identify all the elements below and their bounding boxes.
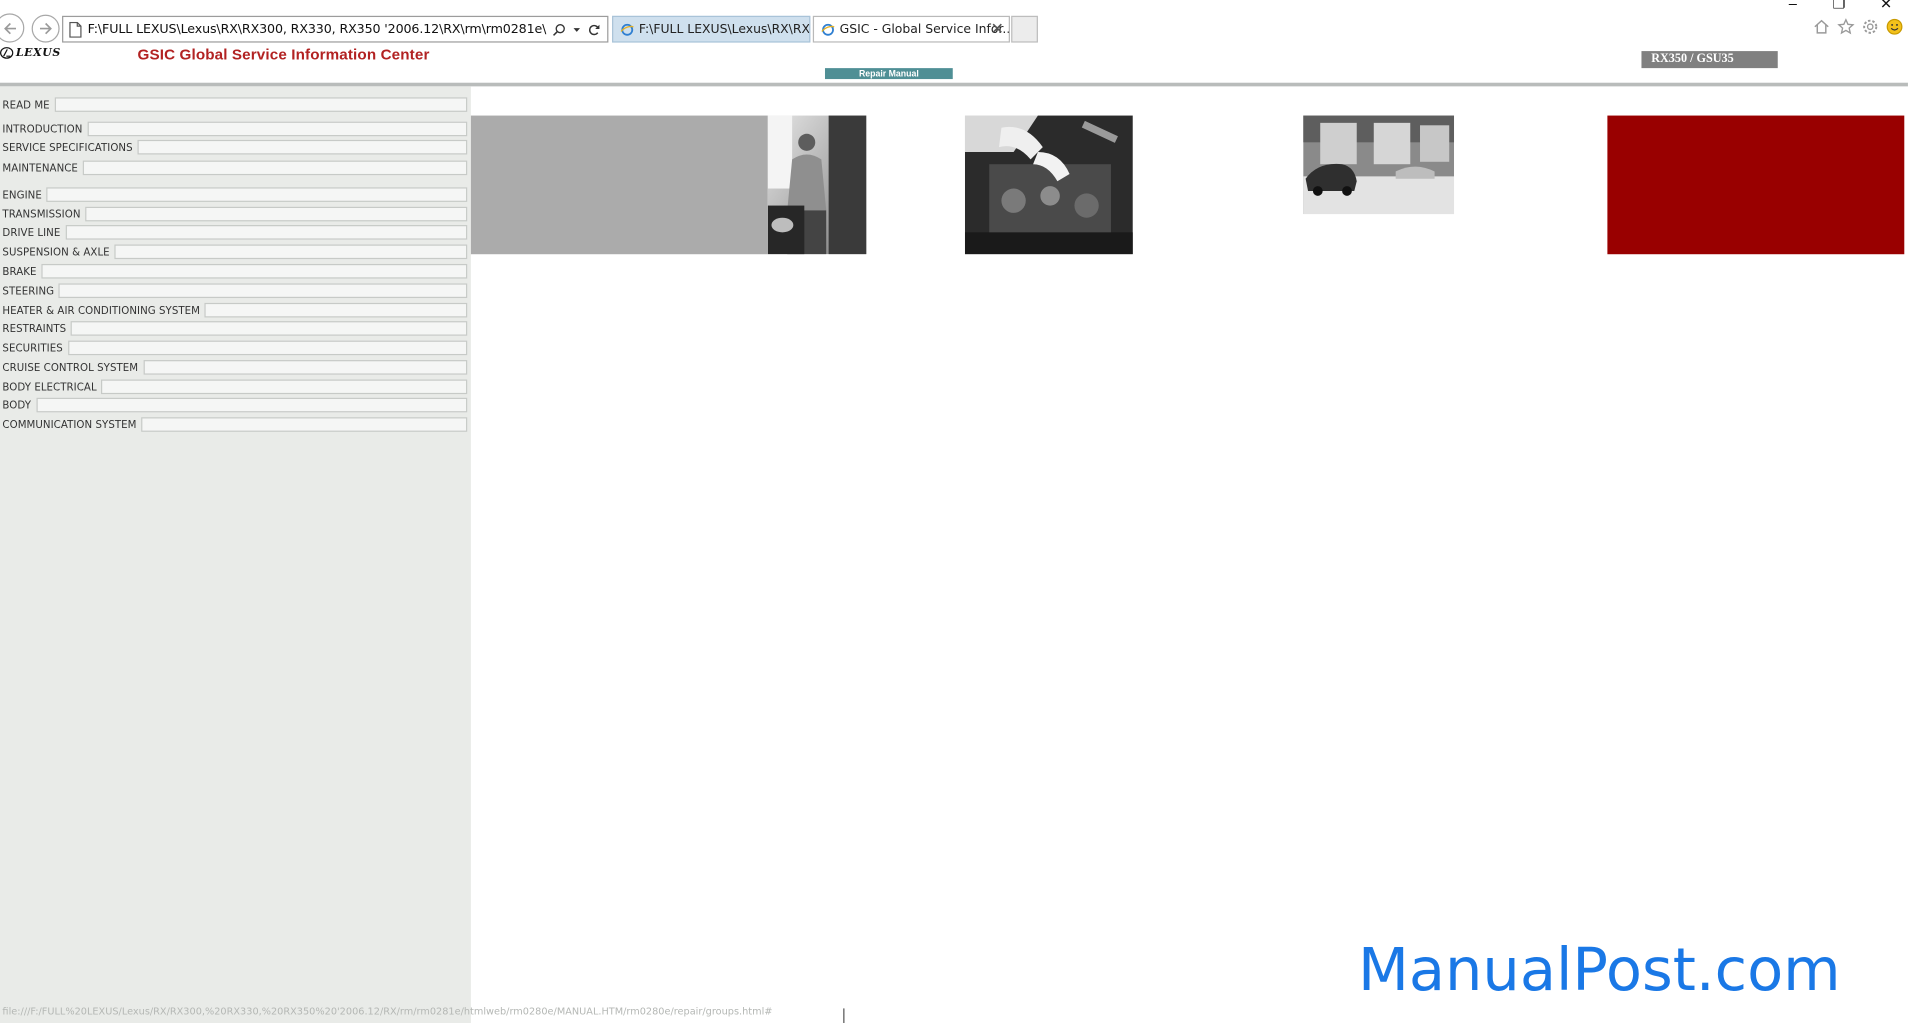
sidebar-item-body[interactable]: BODY (0, 397, 468, 413)
tab-gsic[interactable]: GSIC - Global Service Infor... ✕ (812, 15, 1010, 43)
technician-photo (767, 115, 867, 255)
sidebar-item-label: SERVICE SPECIFICATIONS (2, 140, 133, 153)
back-arrow-icon (3, 22, 16, 34)
sidebar-item-label: BRAKE (2, 264, 37, 277)
tab-label: GSIC - Global Service Infor... (839, 22, 1010, 36)
sidebar-item-label: ENGINE (2, 187, 42, 201)
sidebar-item-securities[interactable]: SECURITIES (0, 339, 468, 355)
sidebar-item-introduction[interactable]: INTRODUCTION (0, 120, 468, 136)
settings-gear-icon[interactable] (1862, 18, 1879, 35)
menu-underline (137, 139, 468, 154)
smiley-feedback-icon[interactable] (1886, 18, 1903, 35)
sidebar-item-transmission[interactable]: TRANSMISSION (0, 206, 468, 222)
menu-underline (41, 263, 468, 278)
menu-underline (204, 302, 468, 317)
sidebar-item-label: CRUISE CONTROL SYSTEM (2, 360, 139, 373)
sidebar-item-body-electrical[interactable]: BODY ELECTRICAL (0, 378, 468, 394)
forward-button[interactable] (31, 14, 60, 43)
sidebar-item-drive-line[interactable]: DRIVE LINE (0, 224, 468, 240)
sidebar-item-communication-system[interactable]: COMMUNICATION SYSTEM (0, 416, 468, 432)
menu-underline (101, 378, 468, 394)
logo-text: LEXUS (15, 46, 61, 59)
menu-underline (114, 243, 468, 259)
new-tab-button[interactable] (1011, 15, 1038, 43)
page-title: GSIC Global Service Information Center (137, 46, 430, 64)
status-bar-url: file:///F:/FULL%20LEXUS/Lexus/RX/RX300,%… (2, 1005, 773, 1017)
sidebar-item-label: BODY ELECTRICAL (2, 380, 97, 393)
service-garage-photo (1303, 115, 1455, 215)
tab-label: F:\FULL LEXUS\Lexus\RX\RX30... (638, 22, 810, 36)
sidebar-item-label: DRIVE LINE (2, 225, 61, 238)
ie-page-icon (821, 23, 835, 36)
sidebar: READ ME INTRODUCTION SERVICE SPECIFICATI… (0, 86, 471, 1023)
menu-underline (54, 96, 468, 112)
menu-underline (65, 224, 468, 240)
close-tab-icon[interactable]: ✕ (991, 21, 1004, 39)
text-cursor (843, 1008, 845, 1023)
sidebar-item-label: READ ME (2, 97, 50, 111)
favorites-star-icon[interactable] (1837, 18, 1855, 35)
sidebar-item-label: SUSPENSION & AXLE (2, 245, 110, 258)
back-button[interactable] (0, 13, 25, 43)
sidebar-item-engine[interactable]: ENGINE (0, 186, 468, 202)
sidebar-item-cruise-control[interactable]: CRUISE CONTROL SYSTEM (0, 359, 468, 375)
sidebar-item-label: TRANSMISSION (2, 207, 81, 220)
tab-file[interactable]: F:\FULL LEXUS\Lexus\RX\RX30... (612, 15, 811, 43)
menu-underline (141, 416, 468, 432)
restore-button[interactable]: ❐ (1833, 0, 1846, 12)
gray-banner-block (470, 115, 768, 255)
menu-underline (35, 397, 468, 412)
dropdown-arrow-icon[interactable] (572, 23, 582, 36)
model-badge: RX350 / GSU35 (1641, 51, 1778, 69)
sidebar-item-steering[interactable]: STEERING (0, 282, 468, 298)
menu-underline (82, 159, 468, 175)
red-banner-block (1607, 115, 1905, 255)
watermark: ManualPost.com (1357, 936, 1841, 1005)
address-text[interactable]: F:\FULL LEXUS\Lexus\RX\RX300, RX330, RX3… (88, 22, 547, 37)
address-bar[interactable]: F:\FULL LEXUS\Lexus\RX\RX300, RX330, RX3… (62, 15, 609, 43)
sidebar-item-label: BODY (2, 398, 32, 411)
lexus-emblem-icon (0, 47, 14, 59)
repair-manual-badge[interactable]: Repair Manual (824, 68, 953, 80)
sidebar-item-label: RESTRAINTS (2, 321, 67, 334)
sidebar-item-label: HEATER & AIR CONDITIONING SYSTEM (2, 303, 201, 316)
menu-underline (85, 206, 468, 221)
sidebar-item-brake[interactable]: BRAKE (0, 263, 468, 279)
sidebar-item-label: SECURITIES (2, 341, 63, 354)
sidebar-item-suspension-axle[interactable]: SUSPENSION & AXLE (0, 243, 468, 259)
sidebar-item-heater-air-conditioning[interactable]: HEATER & AIR CONDITIONING SYSTEM (0, 302, 468, 318)
ie-page-icon (620, 23, 634, 36)
sidebar-item-label: COMMUNICATION SYSTEM (2, 417, 137, 430)
sidebar-item-maintenance[interactable]: MAINTENANCE (0, 159, 468, 175)
menu-underline (143, 359, 468, 375)
refresh-icon[interactable] (588, 23, 601, 36)
lexus-logo[interactable]: LEXUS (0, 46, 61, 59)
menu-underline (58, 282, 468, 298)
forward-arrow-icon (39, 22, 52, 35)
sidebar-item-service-specifications[interactable]: SERVICE SPECIFICATIONS (0, 139, 468, 155)
page-document-icon (69, 21, 82, 38)
menu-underline (46, 186, 468, 202)
search-icon[interactable] (552, 23, 565, 36)
sidebar-item-label: STEERING (2, 284, 55, 297)
menu-underline (67, 339, 468, 355)
menu-underline (71, 320, 468, 336)
minimize-button[interactable]: – (1789, 0, 1797, 12)
home-icon[interactable] (1813, 18, 1830, 35)
sidebar-item-label: MAINTENANCE (2, 161, 78, 174)
sidebar-item-read-me[interactable]: READ ME (0, 96, 468, 112)
sidebar-item-restraints[interactable]: RESTRAINTS (0, 320, 468, 336)
close-window-button[interactable]: ✕ (1880, 0, 1892, 12)
sidebar-item-label: INTRODUCTION (2, 122, 83, 135)
engine-repair-photo (964, 115, 1133, 255)
menu-underline (87, 121, 468, 136)
